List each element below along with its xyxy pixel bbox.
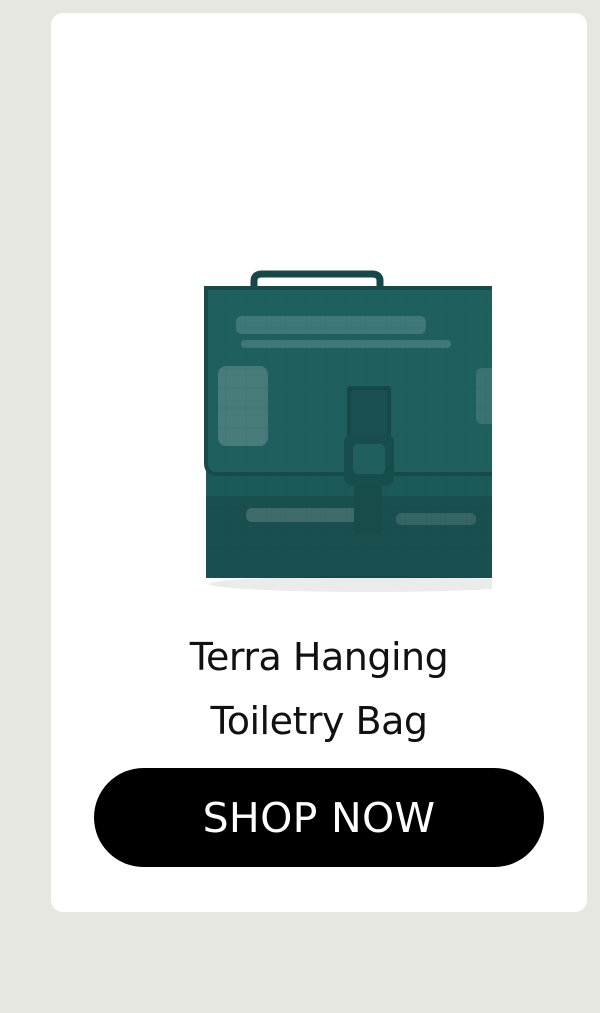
product-title: Terra Hanging Toiletry Bag — [51, 625, 587, 753]
shop-now-button[interactable]: SHOP NOW — [94, 768, 544, 867]
product-title-line1: Terra Hanging — [189, 635, 449, 679]
product-image[interactable] — [146, 258, 492, 594]
shop-now-label: SHOP NOW — [202, 793, 436, 842]
product-title-line2: Toiletry Bag — [210, 699, 428, 743]
product-card: Terra Hanging Toiletry Bag SHOP NOW — [51, 13, 587, 912]
toiletry-bag-image — [204, 270, 492, 592]
